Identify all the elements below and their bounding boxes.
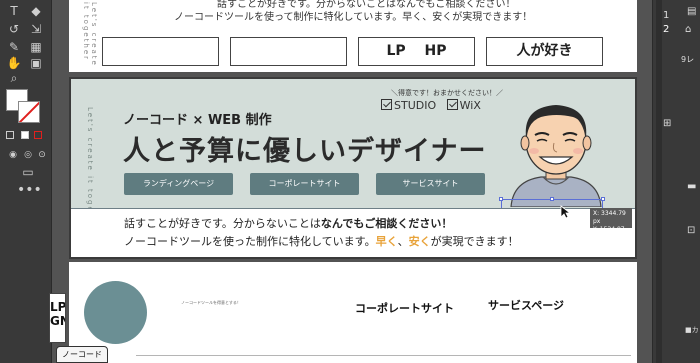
body-text-bold: なんでもご相談ください！ <box>320 217 453 230</box>
accent-fast: 早く <box>375 235 398 248</box>
layer-label-icon[interactable]: 9レ <box>681 54 694 65</box>
mini-caption: ノーコードツールを得意とする！ <box>181 300 241 305</box>
divider-line <box>136 355 631 356</box>
label-corporate-site: コーポレートサイト <box>355 302 454 315</box>
coord-y: Y: 1534.87 px <box>593 226 625 241</box>
panel-divider <box>656 0 662 363</box>
scale-tool-icon[interactable]: ⇲ <box>27 21 45 37</box>
selection-handle[interactable] <box>550 197 554 201</box>
nav-button-2[interactable] <box>230 37 347 66</box>
lp-box-line1: LP <box>50 300 66 314</box>
coord-x: X: 3344.79 px <box>593 210 626 225</box>
tool-caption: ＼得意です！おまかせください！／ <box>391 89 503 97</box>
more-tools-icon[interactable]: ••• <box>17 182 42 198</box>
banner-body-line-1: 話すことが好きです。分からないことはなんでもご相談ください！ <box>124 215 452 231</box>
none-color-icon[interactable] <box>34 131 42 139</box>
body-text-sep: 、 <box>397 235 409 248</box>
check-icon <box>446 99 458 110</box>
nav-button-people[interactable]: 人が好き <box>486 37 603 66</box>
selection-handle[interactable] <box>499 197 503 201</box>
nav-button-lp-hp[interactable]: LP HP <box>358 37 475 66</box>
tools-panel: T ◆ ↺ ⇲ ✎ ▦ ✋ ▣ ⌕ ◉ ◎ ⊙ ▭ ••• <box>0 0 52 363</box>
tool-logos: STUDIO WiX <box>381 99 481 112</box>
check-icon <box>381 99 392 110</box>
body-text: が実現できます！ <box>430 235 519 248</box>
banner-main-heading: 人と予算に優しいデザイナー <box>123 136 487 167</box>
stroke-swatch-icon[interactable] <box>18 101 40 123</box>
pill-landing-page[interactable]: ランディングページ <box>124 173 233 195</box>
noncode-label-pill[interactable]: ノーコード <box>56 346 108 363</box>
shape-builder-icon[interactable]: ▦ <box>27 39 45 55</box>
body-text: ノーコードツールを使った制作に特化しています。 <box>124 235 376 248</box>
studio-logo: STUDIO <box>394 99 437 112</box>
page-number-1[interactable]: 1 <box>663 10 669 21</box>
label-service-page: サービスページ <box>488 299 565 312</box>
coordinate-readout: X: 3344.79 px Y: 1534.87 px <box>590 208 632 241</box>
hero-banner[interactable]: Let's create it together ノーコード × WEB 制作 … <box>69 77 637 259</box>
eraser-icon[interactable]: ◆ <box>27 3 45 19</box>
page-number-2[interactable]: 2 <box>663 24 669 35</box>
lp-box-line2: GN <box>50 314 65 328</box>
profile-circle[interactable] <box>84 281 147 344</box>
panel-tab-icon[interactable]: ■カ <box>685 325 699 335</box>
wix-logo: WiX <box>459 99 481 112</box>
lock-icon[interactable]: ⌂ <box>685 24 691 35</box>
layers-panel: 1 2 ▤ ⌂ 9レ ⊞ ▬ ⊡ ■カ <box>652 0 700 363</box>
nav-button-1[interactable] <box>102 37 219 66</box>
banner-text-strip: 話すことが好きです。分からないことはなんでもご相談ください！ ノーコードツールを… <box>71 208 635 257</box>
zoom-icon[interactable]: ⌕ <box>5 70 23 86</box>
avatar-illustration <box>510 105 602 207</box>
eyedropper-icon[interactable]: ✎ <box>5 39 23 55</box>
layers-icon[interactable]: ▤ <box>687 6 696 17</box>
accent-cheap: 安く <box>408 235 431 248</box>
panel-icon[interactable]: ⊡ <box>687 225 695 236</box>
body-text: 話すことが好きです。分からないことは <box>124 217 321 230</box>
swap-colors-icon[interactable] <box>21 131 29 139</box>
draw-inside-icon[interactable]: ⊙ <box>33 147 51 163</box>
type-tool-icon[interactable]: T <box>5 3 23 19</box>
default-colors-icon[interactable] <box>6 131 14 139</box>
artboard-tool-icon[interactable]: ▣ <box>27 55 45 71</box>
lp-design-box[interactable]: LP GN <box>49 293 66 343</box>
vertical-tagline: Let's create it together <box>82 2 98 67</box>
collapse-icon[interactable]: ▬ <box>687 181 696 192</box>
banner-body-line-2: ノーコードツールを使った制作に特化しています。早く、安くが実現できます！ <box>124 233 519 249</box>
pill-service-site[interactable]: サービスサイト <box>376 173 485 195</box>
top-text-line-2: ノーコードツールを使って制作に特化しています。早く、安くが実現できます！ <box>174 12 533 23</box>
artboard-top: Let's create it together 話すことが好きです。分からない… <box>69 0 637 72</box>
hand-tool-icon[interactable]: ✋ <box>5 55 23 71</box>
pill-corporate-site[interactable]: コーポレートサイト <box>250 173 359 195</box>
selection-handle[interactable] <box>601 197 605 201</box>
mouse-cursor-icon <box>560 205 572 219</box>
grid-icon[interactable]: ⊞ <box>663 118 671 129</box>
rotate-tool-icon[interactable]: ↺ <box>5 21 23 37</box>
banner-subheading: ノーコード × WEB 制作 <box>123 113 272 128</box>
screen-mode-icon[interactable]: ▭ <box>19 164 37 180</box>
